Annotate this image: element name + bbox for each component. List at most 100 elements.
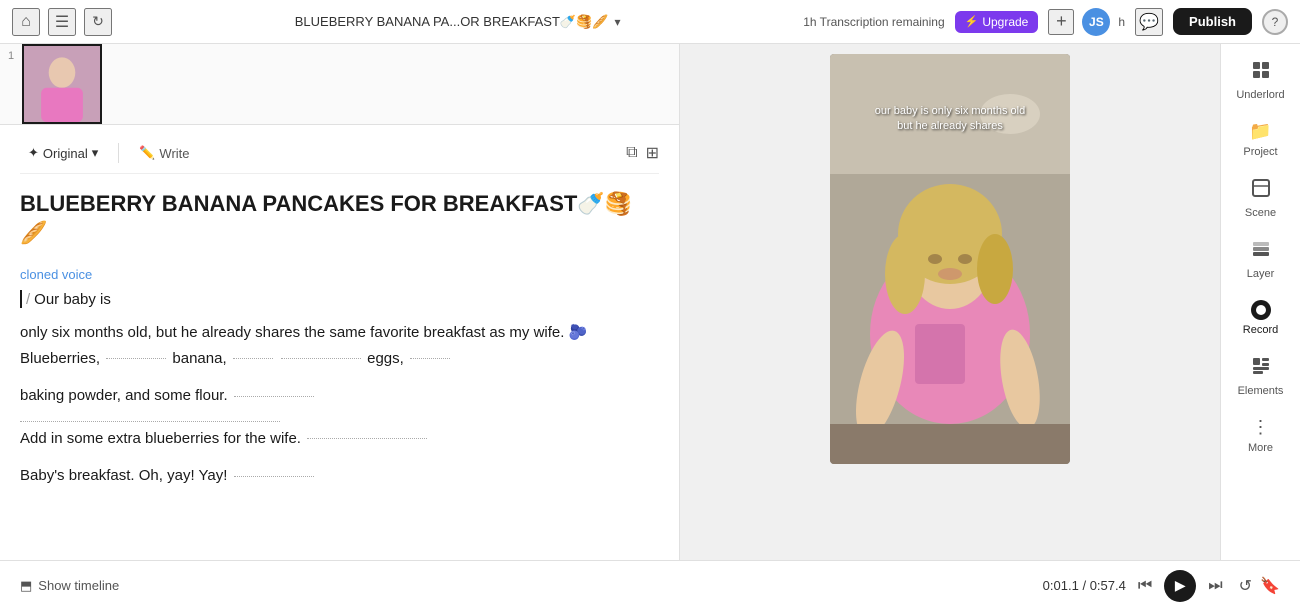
more-label: More	[1248, 442, 1273, 454]
record-circle	[1251, 300, 1271, 320]
record-dot	[1256, 305, 1266, 315]
topbar-actions: + JS h	[1048, 8, 1125, 36]
original-chevron: ▾	[92, 145, 99, 161]
user-label: h	[1118, 15, 1125, 29]
layer-label: Layer	[1247, 268, 1275, 280]
publish-button[interactable]: Publish	[1173, 8, 1252, 35]
sidebar-item-record[interactable]: Record	[1221, 292, 1300, 344]
time-display: 0:01.1 / 0:57.4	[1043, 578, 1126, 593]
script-toolbar: ✦ Original ▾ ✏️ Write ⧉ ⊞	[20, 141, 659, 174]
extra-controls: ↺ 🔖	[1239, 576, 1280, 596]
dots-7	[307, 438, 427, 439]
thumbnail-strip: 1	[0, 44, 679, 125]
elements-icon	[1251, 356, 1271, 381]
pencil-icon: ✏️	[139, 145, 155, 161]
transcription-info: 1h Transcription remaining	[803, 15, 944, 29]
chat-button[interactable]: 💬	[1135, 8, 1163, 36]
dots-1	[106, 358, 166, 359]
text-cursor	[20, 290, 22, 308]
video-overlay-text: our baby is only six months old but he a…	[870, 104, 1030, 135]
sidebar-item-elements[interactable]: Elements	[1221, 348, 1300, 405]
skip-back-button[interactable]: ⏮	[1138, 577, 1152, 595]
underlord-label: Underlord	[1236, 89, 1284, 101]
skip-forward-button[interactable]: ⏭	[1208, 577, 1222, 595]
slash: /	[26, 291, 30, 308]
sidebar-item-underlord[interactable]: Underlord	[1221, 52, 1300, 109]
sidebar-item-layer[interactable]: Layer	[1221, 231, 1300, 288]
refresh-button[interactable]: ↻	[84, 8, 112, 36]
add-button[interactable]: +	[1048, 9, 1074, 35]
original-button[interactable]: ✦ Original ▾	[20, 141, 106, 165]
topbar-left: ⌂ ☰ ↻	[12, 8, 112, 36]
script-paragraph-1[interactable]: only six months old, but he already shar…	[20, 320, 659, 371]
lightning-icon: ⚡	[965, 15, 979, 28]
upgrade-label: Upgrade	[982, 15, 1028, 29]
home-button[interactable]: ⌂	[12, 8, 40, 36]
playback-controls: 0:01.1 / 0:57.4 ⏮ ▶ ⏭	[1043, 570, 1223, 602]
project-title: BLUEBERRY BANANA PA...OR BREAKFAST🍼🥞🥖	[295, 14, 609, 30]
cursor-text[interactable]: Our baby is	[34, 291, 111, 308]
write-label: Write	[159, 146, 189, 161]
scene-thumbnail[interactable]	[22, 44, 102, 124]
record-icon	[1251, 300, 1271, 320]
write-button[interactable]: ✏️ Write	[131, 141, 197, 165]
thumbnail-svg	[24, 44, 100, 124]
underlord-icon	[1251, 60, 1271, 85]
dots-8	[234, 476, 314, 477]
topbar: ⌂ ☰ ↻ BLUEBERRY BANANA PA...OR BREAKFAST…	[0, 0, 1300, 44]
cloned-voice-label: cloned voice	[20, 267, 659, 282]
project-icon: 📁	[1249, 121, 1271, 142]
record-label: Record	[1243, 324, 1278, 336]
more-icon: ⋮	[1252, 417, 1270, 438]
play-button[interactable]: ▶	[1164, 570, 1196, 602]
elements-label: Elements	[1238, 385, 1284, 397]
layer-icon	[1251, 239, 1271, 264]
main-layout: 1 ✦ Original ▾	[0, 44, 1300, 560]
script-paragraph-3[interactable]: Add in some extra blueberries for the wi…	[20, 421, 659, 452]
time-total: 0:57.4	[1090, 578, 1126, 593]
elements-svg-icon	[1251, 356, 1271, 376]
toolbar-divider	[118, 143, 119, 163]
star-icon: ✦	[28, 145, 39, 161]
time-current: 0:01.1	[1043, 578, 1079, 593]
copy-button[interactable]: ⧉	[626, 144, 637, 162]
menu-button[interactable]: ☰	[48, 8, 76, 36]
scene-svg-icon	[1251, 178, 1271, 198]
timeline-icon: ⬒	[20, 578, 32, 594]
video-container: our baby is only six months old but he a…	[830, 54, 1070, 464]
scene-icon	[1251, 178, 1271, 203]
layout-button[interactable]: ⊞	[646, 143, 659, 163]
script-paragraph-2[interactable]: baking powder, and some flour.	[20, 383, 659, 409]
script-title: BLUEBERRY BANANA PANCAKES FOR BREAKFAST🍼…	[20, 190, 659, 247]
dots-5	[234, 396, 314, 397]
bookmark-button[interactable]: 🔖	[1260, 576, 1280, 596]
scene-number: 1	[0, 44, 22, 68]
scene-label: Scene	[1245, 207, 1276, 219]
original-label: Original	[43, 146, 88, 161]
underlord-svg-icon	[1251, 60, 1271, 80]
sidebar-item-scene[interactable]: Scene	[1221, 170, 1300, 227]
dots-2	[233, 358, 273, 359]
timeline-toggle[interactable]: ⬒ Show timeline	[20, 578, 119, 594]
avatar: JS	[1082, 8, 1110, 36]
project-label: Project	[1243, 146, 1277, 158]
loop-button[interactable]: ↺	[1239, 576, 1252, 596]
topbar-center: BLUEBERRY BANANA PA...OR BREAKFAST🍼🥞🥖 ▾	[122, 14, 793, 30]
dots-3	[281, 358, 361, 359]
time-separator: /	[1082, 578, 1086, 593]
project-dropdown-icon[interactable]: ▾	[614, 15, 620, 29]
help-button[interactable]: ?	[1262, 9, 1288, 35]
left-panel: 1 ✦ Original ▾	[0, 44, 680, 560]
dots-6-top	[20, 421, 280, 422]
layer-svg-icon	[1251, 239, 1271, 259]
script-area: ✦ Original ▾ ✏️ Write ⧉ ⊞ BLUEBERRY BANA…	[0, 125, 679, 560]
script-cursor-line: / Our baby is	[20, 290, 659, 308]
upgrade-button[interactable]: ⚡ Upgrade	[955, 11, 1039, 33]
script-paragraph-4[interactable]: Baby's breakfast. Oh, yay! Yay!	[20, 463, 659, 489]
topbar-right: 1h Transcription remaining ⚡ Upgrade + J…	[803, 8, 1288, 36]
video-panel: our baby is only six months old but he a…	[680, 44, 1220, 560]
sidebar-item-project[interactable]: 📁 Project	[1221, 113, 1300, 166]
sidebar-item-more[interactable]: ⋮ More	[1221, 409, 1300, 462]
bottom-bar: ⬒ Show timeline 0:01.1 / 0:57.4 ⏮ ▶ ⏭ ↺ …	[0, 560, 1300, 610]
dots-4	[410, 358, 450, 359]
